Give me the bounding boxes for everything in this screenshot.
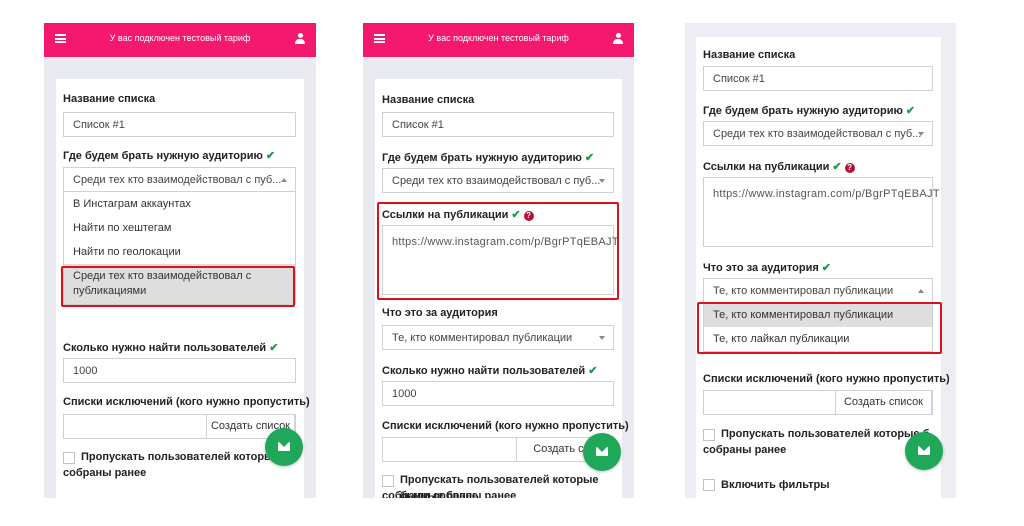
list-name-label: Название списка: [63, 93, 156, 105]
caret-down-icon: [599, 336, 605, 340]
audience-select[interactable]: Среди тех кто взаимодействовал с пуб...: [63, 167, 296, 192]
skip-collected-checkbox[interactable]: [703, 429, 715, 441]
phone-screen-audience-dropdown: У вас подключен тестовый тариф Название …: [44, 23, 316, 498]
what-audience-value: Те, кто комментировал публикации: [713, 285, 894, 297]
tariff-notice: У вас подключен тестовый тариф: [428, 33, 569, 43]
user-icon[interactable]: [613, 33, 623, 45]
caret-up-icon: [281, 178, 287, 182]
check-icon: ✔: [265, 150, 276, 162]
list-name-label: Название списка: [382, 94, 475, 106]
what-audience-select[interactable]: Те, кто комментировал публикации: [703, 278, 933, 303]
skip-collected-label: Пропускать пользователей которые б: [721, 428, 930, 440]
message-button[interactable]: [583, 433, 621, 471]
exclusions-input[interactable]: Создать список: [703, 390, 933, 415]
filters-label: Включить фильтры: [721, 479, 830, 491]
top-bar: У вас подключен тестовый тариф: [44, 23, 316, 57]
top-bar: У вас подключен тестовый тариф: [363, 23, 634, 57]
highlight-box: [377, 202, 619, 300]
audience-select-value: Среди тех кто взаимодействовал с пуб...: [713, 128, 922, 140]
caret-down-icon: [918, 132, 924, 136]
user-icon[interactable]: [295, 33, 305, 45]
audience-select[interactable]: Среди тех кто взаимодействовал с пуб...: [382, 168, 614, 193]
skip-collected-label-line2: собраны ранее: [63, 467, 147, 479]
create-list-button[interactable]: Создать список: [835, 390, 932, 415]
check-icon: ✔: [905, 105, 916, 117]
what-audience-label: Что это за аудитория: [382, 307, 498, 319]
what-audience-value: Те, кто комментировал публикации: [392, 332, 573, 344]
audience-option[interactable]: Найти по геолокации: [64, 240, 295, 264]
envelope-icon: [918, 446, 930, 455]
skip-collected-checkbox[interactable]: [63, 452, 75, 464]
audience-select-value: Среди тех кто взаимодействовал с пуб...: [73, 174, 282, 186]
skip-collected-label: Пропускать пользователей которые б: [81, 451, 290, 463]
exclusions-label: Списки исключений (кого нужно пропустить…: [703, 373, 950, 385]
list-name-input[interactable]: Список #1: [63, 112, 296, 137]
exclusions-input[interactable]: Создать список: [63, 414, 296, 439]
highlight-box: [697, 302, 942, 354]
links-label: Ссылки на публикации ✔?: [703, 160, 855, 173]
exclusions-input[interactable]: Создать спи: [382, 437, 614, 462]
caret-down-icon: [599, 179, 605, 183]
audience-label: Где будем брать нужную аудиторию ✔: [63, 150, 276, 162]
envelope-icon: [596, 447, 608, 456]
audience-select-value: Среди тех кто взаимодействовал с пуб...: [392, 175, 601, 187]
help-icon[interactable]: ?: [844, 163, 855, 173]
check-icon: ✔: [584, 152, 595, 164]
check-icon: ✔: [832, 161, 842, 173]
message-button[interactable]: [265, 428, 303, 466]
message-button[interactable]: [905, 432, 943, 470]
skip-collected-checkbox[interactable]: [382, 475, 394, 487]
audience-label: Где будем брать нужную аудиторию ✔: [703, 105, 916, 117]
skip-collected-label-line2: собраны ранее: [703, 444, 787, 456]
audience-option[interactable]: В Инстаграм аккаунтах: [64, 192, 295, 216]
phone-screen-what-audience-dropdown: Название списка Список #1 Где будем брат…: [685, 23, 956, 498]
check-icon: ✔: [588, 365, 598, 377]
filters-checkbox[interactable]: [703, 479, 715, 491]
list-name-input[interactable]: Список #1: [703, 66, 933, 91]
check-icon: ✔: [269, 342, 279, 354]
audience-select[interactable]: Среди тех кто взаимодействовал с пуб...: [703, 121, 933, 146]
list-name-input[interactable]: Список #1: [382, 112, 614, 137]
how-many-input[interactable]: 1000: [63, 358, 296, 383]
links-textarea[interactable]: https://www.instagram.com/p/BgrPTqEBAJT: [703, 177, 940, 247]
exclusions-label: Списки исключений (кого нужно пропустить…: [63, 396, 310, 408]
what-audience-select[interactable]: Те, кто комментировал публикации: [382, 325, 614, 350]
caret-up-icon: [918, 289, 924, 293]
list-name-label: Название списка: [703, 49, 796, 61]
envelope-icon: [278, 442, 290, 451]
audience-label: Где будем брать нужную аудиторию ✔: [382, 152, 595, 164]
what-audience-label: Что это за аудитория ✔: [703, 262, 831, 274]
how-many-label: Сколько нужно найти пользователей ✔: [63, 342, 279, 354]
tariff-notice: У вас подключен тестовый тариф: [109, 33, 251, 43]
form-card: Название списка Список #1 Где будем брат…: [696, 37, 950, 498]
how-many-input[interactable]: 1000: [382, 381, 614, 406]
check-icon: ✔: [821, 262, 831, 274]
exclusions-label: Списки исключений (кого нужно пропустить…: [382, 420, 629, 432]
how-many-label: Сколько нужно найти пользователей ✔: [382, 365, 598, 377]
audience-option[interactable]: Найти по хештегам: [64, 216, 295, 240]
skip-collected-label-line2: собранные ранее: [382, 490, 479, 498]
highlight-box: [61, 266, 295, 307]
